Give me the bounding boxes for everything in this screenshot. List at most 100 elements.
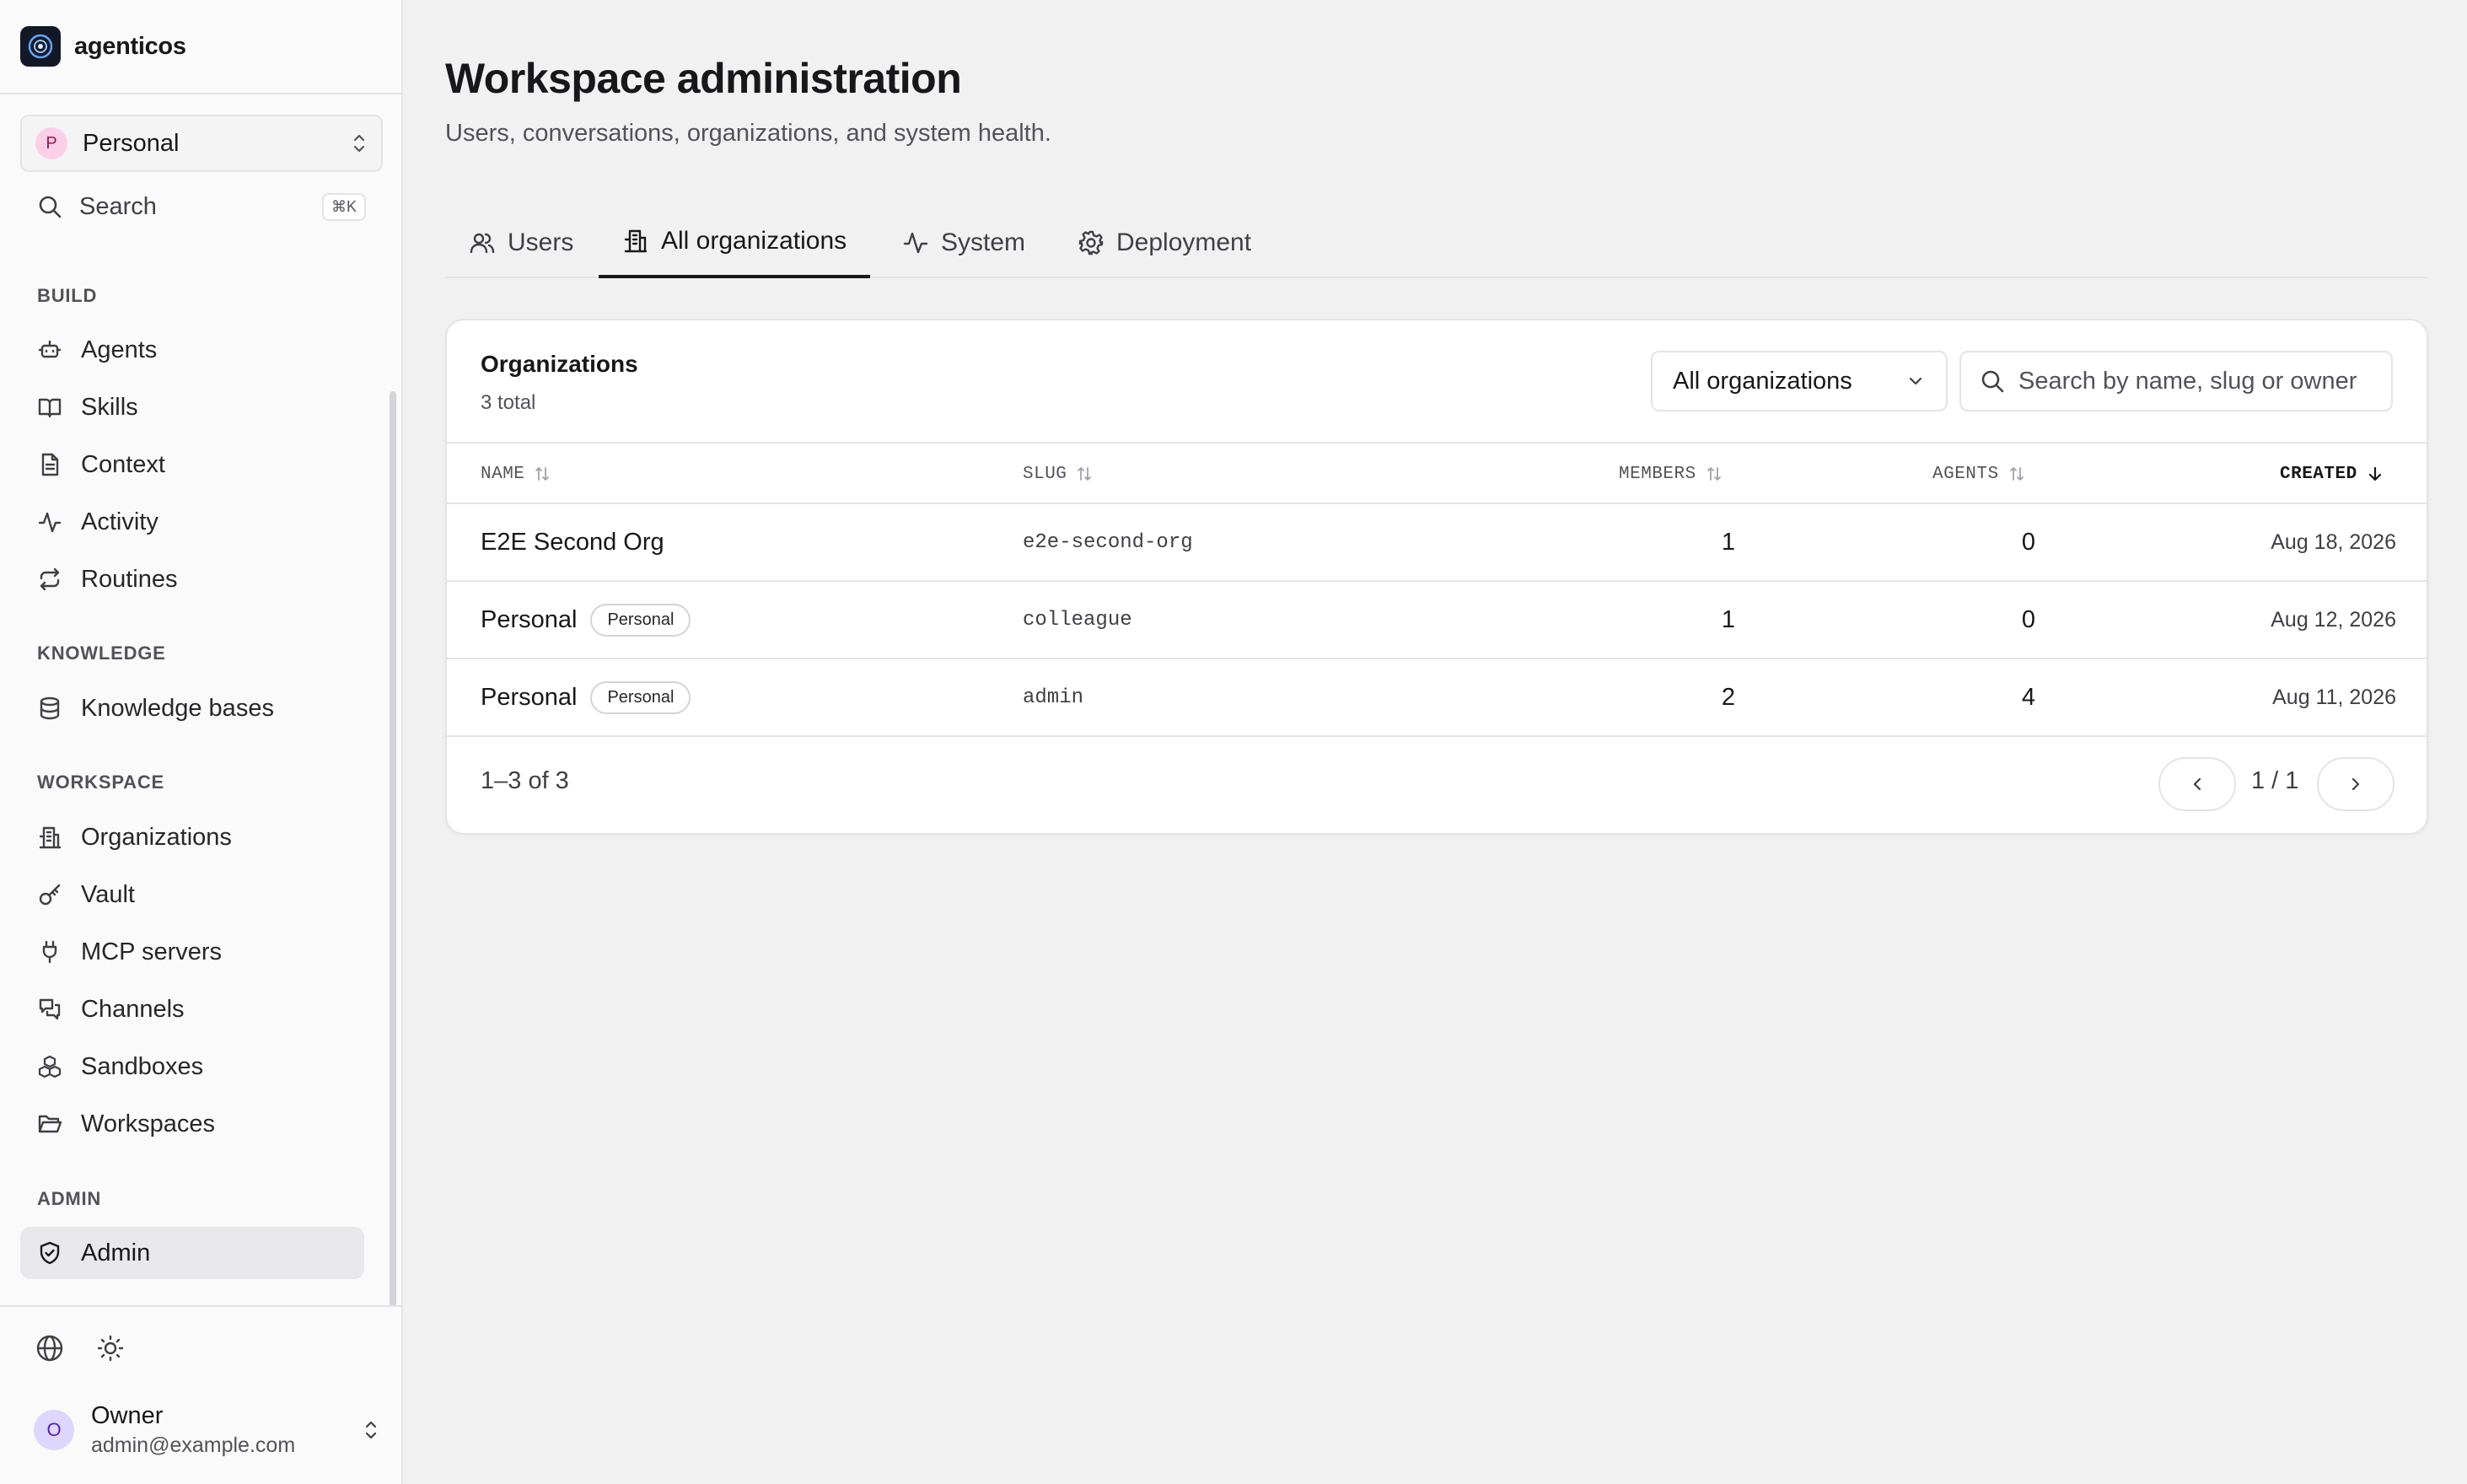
column-header-created[interactable]: CREATED [2280, 444, 2384, 504]
org-name[interactable]: E2E Second Org [481, 529, 664, 556]
globe-icon[interactable] [35, 1334, 64, 1363]
column-header-slug[interactable]: SLUG [1023, 444, 1094, 504]
page-title: Workspace administration [445, 55, 962, 102]
tab-label: All organizations [661, 227, 847, 255]
sidebar-item-label: Routines [81, 565, 178, 593]
sidebar-item-label: Admin [81, 1239, 151, 1266]
tab-label: Deployment [1116, 229, 1252, 256]
users-icon [469, 229, 496, 256]
user-menu[interactable]: O Owner admin@example.com [34, 1398, 379, 1462]
sidebar-item-routines[interactable]: Routines [20, 553, 364, 605]
boxes-icon [37, 1054, 62, 1079]
total-count: 3 total [481, 391, 536, 414]
sidebar-search[interactable]: Search ⌘K [20, 186, 383, 228]
sidebar-item-label: Agents [81, 336, 158, 363]
robot-icon [37, 337, 62, 363]
key-icon [37, 882, 62, 907]
org-slug: e2e-second-org [1023, 530, 1193, 554]
org-created: Aug 18, 2026 [2271, 530, 2396, 554]
organization-filter-select[interactable]: All organizations [1651, 351, 1948, 411]
sun-icon[interactable] [96, 1334, 125, 1363]
card-title: Organizations [481, 351, 638, 377]
database-icon [37, 696, 62, 721]
column-header-agents[interactable]: AGENTS [1932, 444, 2026, 504]
sidebar-item-skills[interactable]: Skills [20, 381, 364, 433]
tab-label: System [941, 229, 1026, 256]
sidebar-item-context[interactable]: Context [20, 438, 364, 491]
shield-icon [37, 1240, 62, 1266]
brand[interactable]: agenticos [0, 0, 401, 94]
sidebar-item-agents[interactable]: Agents [20, 324, 364, 376]
org-members: 2 [1721, 683, 1735, 711]
org-created: Aug 12, 2026 [2271, 607, 2396, 632]
table-row[interactable]: E2E Second Org e2e-second-org 1 0 Aug 18… [447, 504, 2427, 582]
tab-label: Users [508, 229, 574, 256]
sort-icon [1705, 465, 1723, 483]
column-label: NAME [481, 464, 525, 484]
sidebar-footer: O Owner admin@example.com [0, 1305, 401, 1484]
table-row[interactable]: Personal Personal admin 2 4 Aug 11, 2026 [447, 659, 2427, 737]
section-title-build: BUILD [37, 285, 98, 306]
workspace-name: Personal [83, 129, 180, 157]
sort-icon [533, 465, 551, 483]
org-agents: 4 [2021, 683, 2035, 711]
sidebar-item-organizations[interactable]: Organizations [20, 811, 364, 863]
folder-icon [37, 1111, 62, 1137]
pagination-range: 1–3 of 3 [481, 767, 569, 794]
sidebar-item-activity[interactable]: Activity [20, 496, 364, 548]
sidebar-item-knowledge-bases[interactable]: Knowledge bases [20, 682, 364, 734]
tab-users[interactable]: Users [445, 207, 597, 278]
sidebar-item-admin[interactable]: Admin [20, 1227, 364, 1279]
building-icon [622, 228, 649, 255]
tab-all-organizations[interactable]: All organizations [599, 207, 871, 278]
table-row[interactable]: Personal Personal colleague 1 0 Aug 12, … [447, 582, 2427, 659]
org-name-cell: Personal Personal [481, 582, 691, 658]
personal-badge: Personal [590, 680, 691, 714]
app-name: agenticos [74, 32, 186, 60]
chat-icon [37, 997, 62, 1022]
user-email: admin@example.com [91, 1433, 296, 1457]
search-shortcut: ⌘K [321, 192, 366, 221]
sidebar-item-channels[interactable]: Channels [20, 983, 364, 1035]
sidebar-item-sandboxes[interactable]: Sandboxes [20, 1040, 364, 1093]
previous-page-button[interactable] [2158, 757, 2236, 811]
table-footer: 1–3 of 3 1 / 1 [447, 737, 2427, 833]
repeat-icon [37, 567, 62, 592]
column-label: CREATED [2280, 464, 2357, 484]
tab-system[interactable]: System [879, 207, 1049, 278]
sidebar-item-mcp-servers[interactable]: MCP servers [20, 926, 364, 978]
sidebar-item-label: Activity [81, 508, 159, 535]
workspace-avatar: P [35, 127, 67, 159]
building-icon [37, 825, 62, 850]
sidebar-item-label: Workspaces [81, 1110, 216, 1137]
sidebar-item-vault[interactable]: Vault [20, 868, 364, 921]
section-title-workspace: WORKSPACE [37, 772, 165, 793]
activity-icon [37, 509, 62, 535]
chevron-left-icon [2187, 774, 2207, 794]
tab-deployment[interactable]: Deployment [1054, 207, 1275, 278]
column-label: SLUG [1023, 464, 1067, 484]
section-title-admin: ADMIN [37, 1188, 102, 1209]
column-header-name[interactable]: NAME [481, 444, 551, 504]
sidebar-item-label: Organizations [81, 823, 232, 851]
org-name[interactable]: Personal [481, 684, 577, 712]
sidebar-scrollbar[interactable] [390, 391, 396, 1307]
chevron-right-icon [2346, 774, 2366, 794]
personal-badge: Personal [590, 603, 691, 637]
app-logo-icon [20, 26, 61, 67]
org-name[interactable]: Personal [481, 606, 577, 634]
chevron-down-icon [1905, 371, 1926, 391]
column-header-members[interactable]: MEMBERS [1619, 444, 1723, 504]
search-input[interactable] [2018, 367, 2373, 395]
org-created: Aug 11, 2026 [2272, 685, 2396, 709]
sidebar-item-label: MCP servers [81, 938, 223, 965]
next-page-button[interactable] [2317, 757, 2394, 811]
chevrons-up-down-icon [351, 132, 368, 154]
sort-descending-icon [2366, 465, 2384, 483]
org-agents: 0 [2021, 605, 2035, 633]
organization-search[interactable] [1959, 351, 2393, 411]
column-label: AGENTS [1932, 464, 1999, 484]
workspace-switcher[interactable]: P Personal [20, 115, 383, 172]
organizations-card: Organizations 3 total All organizations … [445, 319, 2428, 835]
sidebar-item-workspaces[interactable]: Workspaces [20, 1098, 364, 1150]
